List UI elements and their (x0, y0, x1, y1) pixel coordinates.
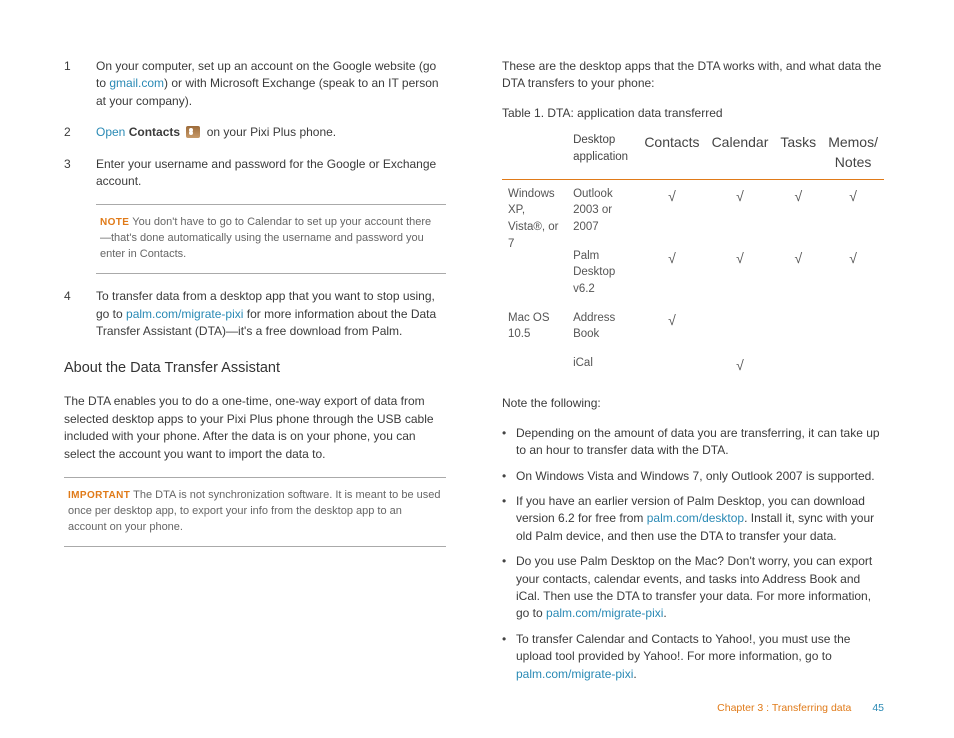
note-callout-wrap: NOTE You don't have to go to Calendar to… (64, 204, 446, 274)
step-2: 2 Open Contacts on your Pixi Plus phone. (64, 124, 446, 141)
important-label: IMPORTANT (68, 490, 130, 501)
step-number: 1 (64, 58, 74, 110)
step-list: 1 On your computer, set up an account on… (64, 58, 446, 190)
check-cell (774, 304, 822, 349)
chapter-label: Chapter 3 : Transferring data (717, 702, 851, 714)
table-row: Mac OS 10.5 Address Book √ (502, 304, 884, 349)
table-header-row: Desktop application Contacts Calendar Ta… (502, 128, 884, 179)
check-cell: √ (706, 349, 775, 381)
col-contacts: Contacts (638, 128, 705, 179)
table-caption: Table 1. DTA: application data transferr… (502, 105, 884, 122)
contacts-bold: Contacts (129, 125, 180, 139)
check-cell: √ (774, 242, 822, 304)
step-4: 4 To transfer data from a desktop app th… (64, 288, 446, 340)
step-list-cont: 4 To transfer data from a desktop app th… (64, 288, 446, 340)
page-footer: Chapter 3 : Transferring data 45 (0, 702, 954, 714)
migrate-pixi-link[interactable]: palm.com/migrate-pixi (546, 606, 663, 620)
text: . (633, 667, 636, 681)
step-number: 3 (64, 156, 74, 191)
note-callout: NOTE You don't have to go to Calendar to… (96, 204, 446, 274)
note-label: NOTE (100, 217, 129, 228)
bullet-list: Depending on the amount of data you are … (502, 425, 884, 683)
check-cell: √ (638, 304, 705, 349)
left-column: 1 On your computer, set up an account on… (64, 58, 446, 698)
app-cell: iCal (567, 349, 638, 381)
intro-paragraph: These are the desktop apps that the DTA … (502, 58, 884, 93)
step-body: To transfer data from a desktop app that… (96, 288, 446, 340)
check-cell (822, 349, 884, 381)
open-link[interactable]: Open (96, 125, 125, 139)
list-item: Do you use Palm Desktop on the Mac? Don'… (502, 553, 884, 623)
check-cell: √ (706, 179, 775, 242)
step-1: 1 On your computer, set up an account on… (64, 58, 446, 110)
check-cell: √ (822, 179, 884, 242)
page-number: 45 (872, 702, 884, 714)
text: . (663, 606, 666, 620)
app-cell: Palm Desktop v6.2 (567, 242, 638, 304)
col-app: Desktop application (567, 128, 638, 179)
important-callout-wrap: IMPORTANT The DTA is not synchronization… (64, 477, 446, 547)
step-body: Enter your username and password for the… (96, 156, 446, 191)
col-os (502, 128, 567, 179)
migrate-pixi-link[interactable]: palm.com/migrate-pixi (516, 667, 633, 681)
check-cell: √ (638, 179, 705, 242)
col-memos: Memos/ Notes (822, 128, 884, 179)
contacts-icon (186, 126, 200, 138)
palm-desktop-link[interactable]: palm.com/desktop (647, 511, 744, 525)
text: To transfer Calendar and Contacts to Yah… (516, 632, 850, 663)
right-column: These are the desktop apps that the DTA … (502, 58, 884, 698)
migrate-pixi-link[interactable]: palm.com/migrate-pixi (126, 307, 243, 321)
check-cell: √ (822, 242, 884, 304)
note-text: You don't have to go to Calendar to set … (100, 216, 431, 260)
table-row: Windows XP, Vista®, or 7 Outlook 2003 or… (502, 179, 884, 242)
page-content: 1 On your computer, set up an account on… (0, 0, 954, 698)
important-callout: IMPORTANT The DTA is not synchronization… (64, 477, 446, 547)
list-item: On Windows Vista and Windows 7, only Out… (502, 468, 884, 485)
check-cell (774, 349, 822, 381)
col-calendar: Calendar (706, 128, 775, 179)
paragraph: The DTA enables you to do a one-time, on… (64, 393, 446, 463)
check-cell: √ (774, 179, 822, 242)
text: on your Pixi Plus phone. (207, 125, 336, 139)
app-cell: Address Book (567, 304, 638, 349)
step-number: 2 (64, 124, 74, 141)
step-3: 3 Enter your username and password for t… (64, 156, 446, 191)
dta-table: Desktop application Contacts Calendar Ta… (502, 128, 884, 381)
check-cell (706, 304, 775, 349)
step-number: 4 (64, 288, 74, 340)
check-cell: √ (638, 242, 705, 304)
step-body: On your computer, set up an account on t… (96, 58, 446, 110)
check-cell: √ (706, 242, 775, 304)
list-item: Depending on the amount of data you are … (502, 425, 884, 460)
app-cell: Outlook 2003 or 2007 (567, 179, 638, 242)
step-body: Open Contacts on your Pixi Plus phone. (96, 124, 446, 141)
list-item: If you have an earlier version of Palm D… (502, 493, 884, 545)
list-item: To transfer Calendar and Contacts to Yah… (502, 631, 884, 683)
check-cell (822, 304, 884, 349)
check-cell (638, 349, 705, 381)
gmail-link[interactable]: gmail.com (109, 76, 164, 90)
section-heading: About the Data Transfer Assistant (64, 358, 446, 379)
os-cell: Mac OS 10.5 (502, 304, 567, 382)
col-tasks: Tasks (774, 128, 822, 179)
os-cell: Windows XP, Vista®, or 7 (502, 179, 567, 304)
note-header: Note the following: (502, 395, 884, 412)
